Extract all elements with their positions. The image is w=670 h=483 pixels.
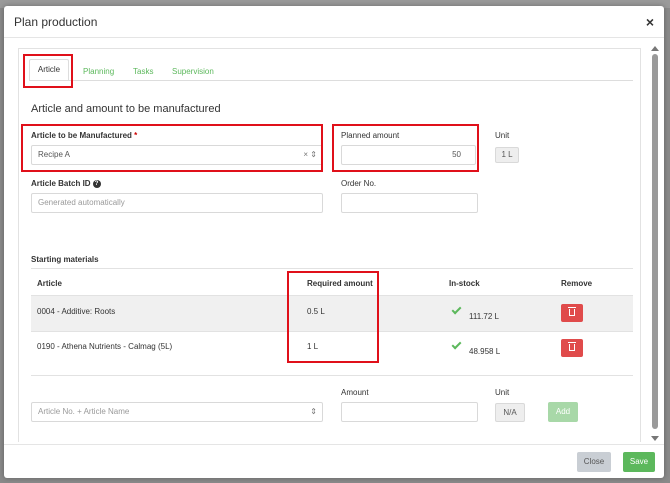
divider	[31, 268, 633, 269]
header-article: Article	[37, 279, 62, 288]
tab-planning[interactable]: Planning	[83, 67, 114, 76]
divider	[31, 375, 633, 376]
row-in-stock: 48.958 L	[469, 347, 501, 356]
row-article: 0190 - Athena Nutrients - Calmag (5L)	[37, 342, 173, 351]
row-in-stock: 111.72 L	[469, 312, 499, 321]
article-label: Article to be Manufactured *	[31, 131, 138, 140]
row-required-amount: 1 L	[307, 342, 319, 351]
plan-production-modal: Plan production × Article Planning Tasks…	[4, 6, 664, 478]
tab-tasks[interactable]: Tasks	[133, 67, 153, 76]
row-required-amount: 0.5 L	[307, 307, 325, 316]
scroll-down-icon[interactable]	[651, 436, 659, 441]
header-required-amount: Required amount	[307, 279, 373, 288]
delete-button[interactable]	[561, 339, 583, 357]
trash-icon	[568, 307, 576, 316]
header-in-stock: In-stock	[449, 279, 480, 288]
order-no-label: Order No.	[341, 179, 377, 188]
scrollbar[interactable]	[650, 44, 660, 444]
trash-icon	[568, 342, 576, 351]
article-select[interactable]: Recipe A × ⇕	[31, 145, 323, 165]
batch-id-input[interactable]: Generated automatically	[31, 193, 323, 213]
chevron-updown-icon[interactable]: ⇕	[310, 403, 317, 421]
batch-id-label: Article Batch ID?	[31, 179, 101, 188]
close-button[interactable]: Close	[577, 452, 611, 472]
clear-and-chevron-icon[interactable]: × ⇕	[303, 146, 317, 164]
planned-amount-input[interactable]: 50	[341, 145, 476, 165]
add-unit-value: N/A	[495, 403, 525, 422]
article-search-placeholder: Article No. + Article Name	[38, 407, 130, 416]
modal-title: Plan production	[14, 15, 98, 29]
article-select-value: Recipe A	[38, 150, 71, 159]
tab-divider	[29, 80, 633, 81]
planned-amount-label: Planned amount	[341, 131, 400, 140]
info-icon[interactable]: ?	[92, 180, 101, 188]
tab-supervision[interactable]: Supervision	[172, 67, 214, 76]
add-unit-label: Unit	[495, 388, 510, 397]
order-no-input[interactable]	[341, 193, 478, 213]
starting-materials-title: Starting materials	[31, 255, 99, 264]
close-icon[interactable]: ×	[646, 14, 654, 30]
modal-footer: Close Save	[4, 444, 664, 478]
save-button[interactable]: Save	[623, 452, 655, 472]
modal-header: Plan production ×	[4, 6, 664, 38]
table-row	[31, 296, 633, 331]
divider	[31, 331, 633, 332]
tab-article[interactable]: Article	[29, 59, 69, 81]
amount-input[interactable]	[341, 402, 478, 422]
unit-value: 1 L	[495, 147, 519, 163]
row-article: 0004 - Additive: Roots	[37, 307, 116, 316]
article-search-select[interactable]: Article No. + Article Name ⇕	[31, 402, 323, 422]
check-icon	[451, 339, 462, 350]
add-button[interactable]: Add	[548, 402, 578, 422]
delete-button[interactable]	[561, 304, 583, 322]
unit-label: Unit	[495, 131, 510, 140]
scroll-up-icon[interactable]	[651, 46, 659, 51]
header-remove: Remove	[561, 279, 593, 288]
section-title: Article and amount to be manufactured	[31, 103, 221, 115]
form-panel: Article Planning Tasks Supervision Artic…	[18, 48, 641, 442]
amount-label: Amount	[341, 388, 369, 397]
scroll-thumb[interactable]	[652, 54, 658, 429]
